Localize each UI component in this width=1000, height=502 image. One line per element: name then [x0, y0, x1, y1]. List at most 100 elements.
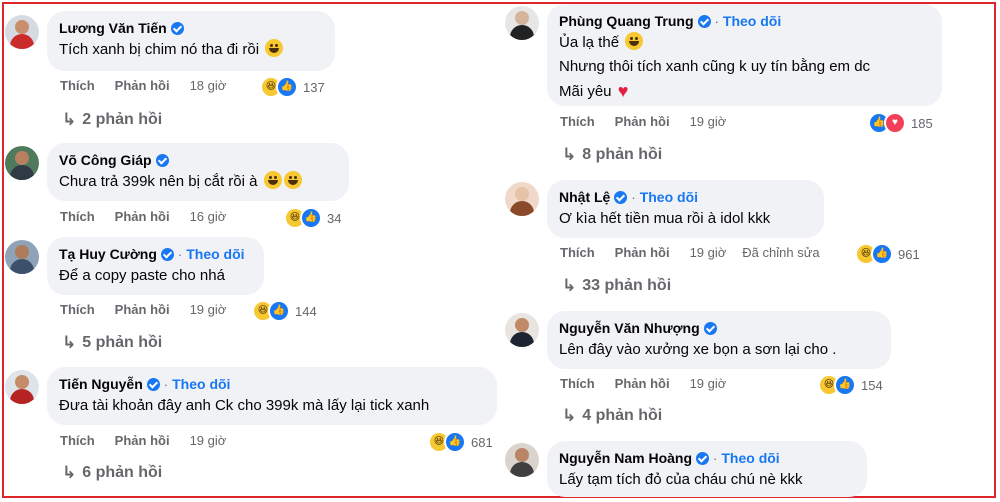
like-button[interactable]: Thích — [60, 78, 95, 93]
comment-time[interactable]: 19 giờ — [690, 245, 727, 260]
comment-actions: Thích Phản hồi 19 giờ — [560, 114, 742, 129]
follow-button[interactable]: Theo dõi — [186, 246, 244, 262]
avatar[interactable] — [505, 6, 539, 40]
comment-text: Chưa trả 399k nên bị cắt rồi à — [59, 173, 258, 190]
reply-button[interactable]: Phản hồi — [615, 114, 670, 129]
like-button[interactable]: Thích — [60, 433, 95, 448]
comment-bubble: Võ Công Giáp Chưa trả 399k nên bị cắt rồ… — [47, 143, 349, 201]
reply-arrow-icon: ↳ — [62, 463, 77, 482]
reaction-summary[interactable]: 😆 👍 144 — [252, 300, 317, 322]
commenter-name[interactable]: Tiến Nguyễn — [59, 376, 143, 392]
red-heart-icon: ♥ — [617, 81, 629, 101]
reaction-summary[interactable]: 😆 👍 681 — [428, 431, 493, 453]
comment-bubble: Tiến Nguyễn · Theo dõi Đưa tài khoản đây… — [47, 367, 497, 425]
reaction-summary[interactable]: 😆 👍 137 — [260, 76, 325, 98]
reaction-summary[interactable]: 😆 👍 154 — [818, 374, 883, 396]
reply-button[interactable]: Phản hồi — [615, 376, 670, 391]
view-replies-link[interactable]: ↳ 4 phản hồi — [562, 406, 662, 426]
commenter-name[interactable]: Nhật Lệ — [559, 189, 610, 205]
comment-text: Ơ kìa hết tiền mua rồi à idol kkk — [559, 210, 771, 227]
comment-text: Tích xanh bị chim nó tha đi rồi — [59, 41, 260, 58]
avatar[interactable] — [5, 146, 39, 180]
reaction-count: 961 — [898, 246, 920, 262]
commenter-name[interactable]: Lương Văn Tiến — [59, 20, 167, 36]
reaction-summary[interactable]: 😆 👍 961 — [855, 243, 920, 265]
like-reaction-icon: 👍 — [276, 76, 298, 98]
view-replies-link[interactable]: ↳ 33 phản hồi — [562, 276, 671, 296]
commenter-name[interactable]: Nguyễn Văn Nhượng — [559, 320, 700, 336]
comment-time[interactable]: 16 giờ — [190, 209, 227, 224]
reply-button[interactable]: Phản hồi — [115, 78, 170, 93]
avatar[interactable] — [505, 443, 539, 477]
avatar[interactable] — [5, 15, 39, 49]
comment-time[interactable]: 19 giờ — [690, 114, 727, 129]
love-reaction-icon: ♥ — [884, 112, 906, 134]
comment-text: Lấy tạm tích đỏ của cháu chú nè kkk — [559, 471, 803, 488]
view-replies-link[interactable]: ↳ 6 phản hồi — [62, 463, 162, 483]
view-replies-link[interactable]: ↳ 5 phản hồi — [62, 333, 162, 353]
comment-time[interactable]: 19 giờ — [190, 433, 227, 448]
comment-time[interactable]: 19 giờ — [690, 376, 727, 391]
verified-badge-icon — [155, 153, 169, 167]
verified-badge-icon — [160, 247, 174, 261]
reply-arrow-icon: ↳ — [62, 333, 77, 352]
comment-actions: Thích Phản hồi 16 giờ — [60, 209, 242, 224]
reaction-summary[interactable]: 😆 👍 34 — [284, 207, 341, 229]
reply-arrow-icon: ↳ — [562, 276, 577, 295]
smiling-emoji-icon — [625, 32, 644, 50]
like-button[interactable]: Thích — [560, 114, 595, 129]
verified-badge-icon — [146, 377, 160, 391]
comment-bubble: Nhật Lệ · Theo dõi Ơ kìa hết tiền mua rồ… — [547, 180, 824, 238]
like-reaction-icon: 👍 — [444, 431, 466, 453]
verified-badge-icon — [697, 14, 711, 28]
reply-arrow-icon: ↳ — [562, 145, 577, 164]
reply-button[interactable]: Phản hồi — [615, 245, 670, 260]
reaction-count: 137 — [303, 79, 325, 95]
laughing-emoji-icon — [265, 39, 284, 57]
commenter-name[interactable]: Nguyễn Nam Hoàng — [559, 450, 692, 466]
like-reaction-icon: 👍 — [268, 300, 290, 322]
follow-button[interactable]: Theo dõi — [721, 450, 779, 466]
avatar[interactable] — [5, 370, 39, 404]
commenter-name[interactable]: Võ Công Giáp — [59, 152, 152, 168]
view-replies-link[interactable]: ↳ 8 phản hồi — [562, 145, 662, 165]
reply-button[interactable]: Phản hồi — [115, 302, 170, 317]
reply-button[interactable]: Phản hồi — [115, 433, 170, 448]
follow-button[interactable]: Theo dõi — [640, 189, 698, 205]
comment-actions: Thích Phản hồi 19 giờ Đã chỉnh sửa — [560, 245, 836, 260]
follow-button[interactable]: Theo dõi — [723, 13, 781, 29]
reaction-count: 34 — [327, 210, 342, 226]
comment-text: Đưa tài khoản đây anh Ck cho 399k mà lấy… — [59, 397, 430, 414]
comment-text-line: Nhưng thôi tích xanh cũng k uy tín bằng … — [559, 58, 871, 75]
commenter-name[interactable]: Tạ Huy Cường — [59, 246, 157, 262]
like-reaction-icon: 👍 — [834, 374, 856, 396]
like-button[interactable]: Thích — [560, 376, 595, 391]
comment-actions: Thích Phản hồi 19 giờ — [560, 376, 742, 391]
like-button[interactable]: Thích — [560, 245, 595, 260]
comment-text: Để a copy paste cho nhá — [59, 267, 225, 284]
reply-button[interactable]: Phản hồi — [115, 209, 170, 224]
comment-actions: Thích Phản hồi 18 giờ — [60, 78, 242, 93]
comment-time[interactable]: 18 giờ — [190, 78, 227, 93]
edited-label[interactable]: Đã chỉnh sửa — [742, 245, 819, 260]
comment-bubble: Lương Văn Tiến Tích xanh bị chim nó tha … — [47, 11, 335, 71]
comment-text-line: Mãi yêu — [559, 83, 612, 100]
comment-text: Lên đây vào xưởng xe bọn a sơn lại cho . — [559, 341, 837, 358]
comment-bubble: Nguyễn Văn Nhượng Lên đây vào xưởng xe b… — [547, 311, 891, 369]
verified-badge-icon — [696, 451, 710, 465]
reaction-count: 185 — [911, 115, 933, 131]
avatar[interactable] — [505, 182, 539, 216]
commenter-name[interactable]: Phùng Quang Trung — [559, 13, 694, 29]
avatar[interactable] — [505, 313, 539, 347]
like-button[interactable]: Thích — [60, 209, 95, 224]
comment-bubble: Nguyễn Nam Hoàng · Theo dõi Lấy tạm tích… — [547, 441, 867, 497]
laughing-emoji-icon — [263, 171, 282, 189]
follow-button[interactable]: Theo dõi — [172, 376, 230, 392]
avatar[interactable] — [5, 240, 39, 274]
verified-badge-icon — [703, 321, 717, 335]
comment-time[interactable]: 19 giờ — [190, 302, 227, 317]
comment-actions: Thích Phản hồi 19 giờ — [60, 302, 242, 317]
like-button[interactable]: Thích — [60, 302, 95, 317]
view-replies-link[interactable]: ↳ 2 phản hồi — [62, 110, 162, 130]
reaction-summary[interactable]: 👍 ♥ 185 — [868, 112, 933, 134]
